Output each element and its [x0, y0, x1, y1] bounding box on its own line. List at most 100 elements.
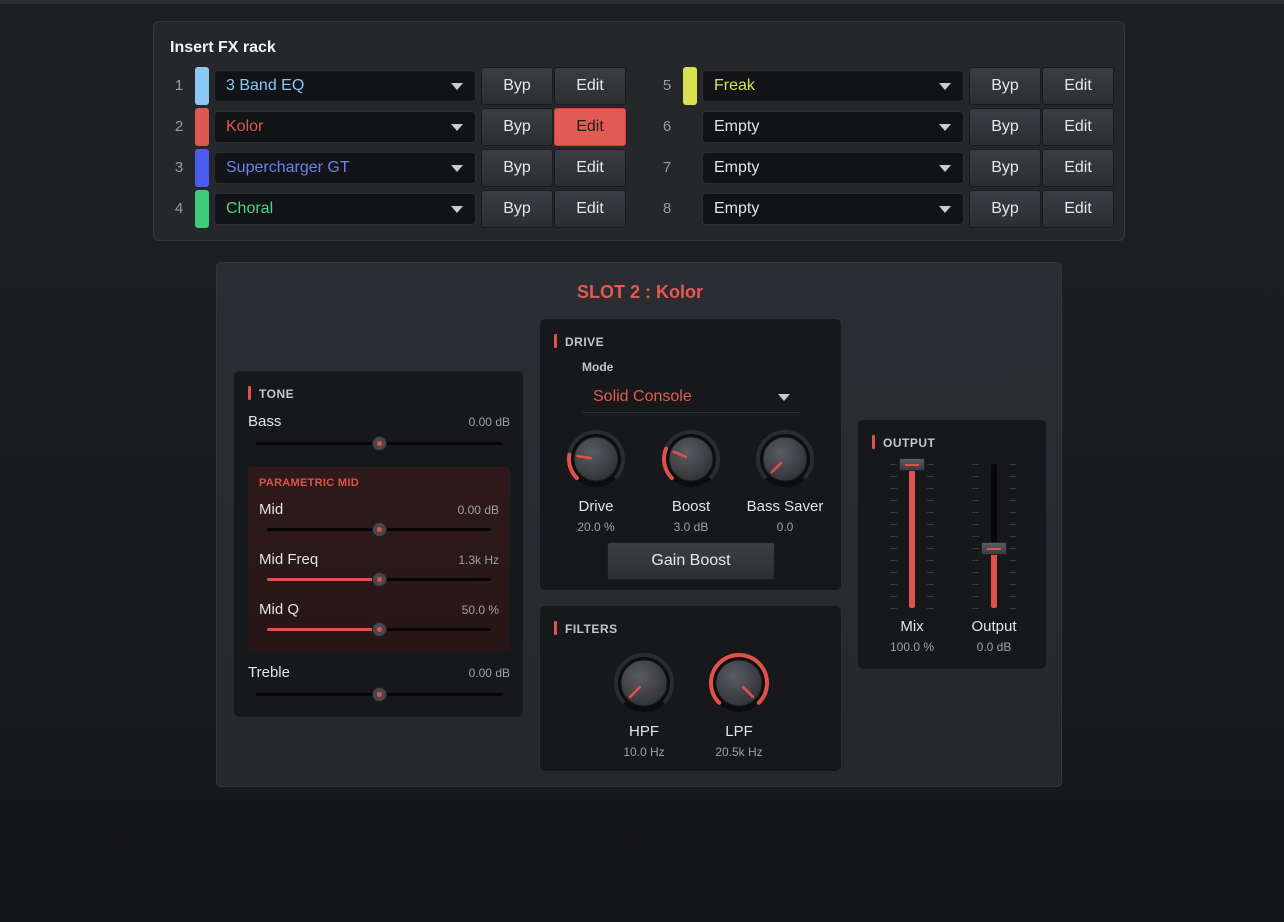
fader-tick	[890, 488, 897, 489]
edit-button[interactable]: Edit	[554, 108, 626, 146]
fader-tick	[1009, 608, 1016, 609]
fader-tick	[890, 596, 897, 597]
bypass-button[interactable]: Byp	[969, 149, 1041, 187]
mode-dropdown[interactable]: Solid Console	[582, 383, 800, 413]
mid-freq-slider-thumb[interactable]	[371, 572, 387, 587]
bass-slider[interactable]	[256, 436, 502, 451]
mid-q-slider[interactable]	[267, 622, 491, 637]
fader-tick	[927, 476, 934, 477]
fader-tick	[890, 464, 897, 465]
slot-plugin-name: Empty	[714, 200, 760, 217]
output-header: OUTPUT	[872, 435, 935, 450]
slot-plugin-dropdown[interactable]: Supercharger GT	[214, 152, 476, 184]
fader-tick	[890, 524, 897, 525]
edit-button[interactable]: Edit	[1042, 67, 1114, 105]
bypass-button[interactable]: Byp	[969, 190, 1041, 228]
edit-button[interactable]: Edit	[1042, 149, 1114, 187]
fx-slot-7: 7 Empty Byp Edit	[656, 149, 1116, 187]
fader-tick	[972, 560, 979, 561]
slot-editor-title: SLOT 2 : Kolor	[577, 282, 703, 302]
edit-button[interactable]: Edit	[554, 149, 626, 187]
chevron-down-icon	[939, 83, 951, 90]
slot-number: 1	[174, 77, 184, 94]
slot-color-swatch	[195, 108, 209, 146]
knob-value: 20.0 %	[577, 520, 615, 534]
edit-button[interactable]: Edit	[554, 67, 626, 105]
lpf-knob[interactable]	[707, 651, 771, 715]
chevron-down-icon	[778, 394, 790, 401]
bass-saver-knob[interactable]	[754, 428, 816, 490]
mid-freq-slider-fill	[267, 578, 379, 581]
fader-tick	[927, 464, 934, 465]
mid-slider-thumb[interactable]	[371, 522, 387, 537]
fader-tick	[972, 596, 979, 597]
fader-tick	[972, 512, 979, 513]
fader-tick	[972, 464, 979, 465]
bypass-button[interactable]: Byp	[481, 108, 553, 146]
slot-number: 7	[662, 159, 672, 176]
bypass-button[interactable]: Byp	[481, 67, 553, 105]
fx-slot-3: 3 Supercharger GT Byp Edit	[168, 149, 628, 187]
slot-plugin-dropdown[interactable]: Empty	[702, 111, 964, 143]
parametric-mid-section: PARAMETRIC MID Mid 0.00 dB Mid Freq 1.3k…	[248, 467, 510, 651]
fader-fill	[991, 547, 997, 608]
slot-plugin-dropdown[interactable]: Empty	[702, 193, 964, 225]
fader-tick	[972, 476, 979, 477]
filters-panel: FILTERS HPF 10.0 Hz LPF 20.5k Hz	[539, 605, 842, 772]
fader-tick	[972, 500, 979, 501]
treble-slider-thumb[interactable]	[371, 687, 387, 702]
fader-tick	[972, 536, 979, 537]
fader-tick	[1009, 548, 1016, 549]
edit-button[interactable]: Edit	[1042, 190, 1114, 228]
fader-tick	[927, 536, 934, 537]
treble-value: 0.00 dB	[468, 666, 510, 680]
mid-q-label: Mid Q	[259, 601, 300, 618]
bypass-button[interactable]: Byp	[481, 149, 553, 187]
slot-number: 8	[662, 200, 672, 217]
boost-knob[interactable]	[660, 428, 722, 490]
bypass-button[interactable]: Byp	[481, 190, 553, 228]
fader-tick	[890, 560, 897, 561]
hpf-knob[interactable]	[612, 651, 676, 715]
slot-plugin-dropdown[interactable]: Kolor	[214, 111, 476, 143]
fader-tick	[1009, 464, 1016, 465]
chevron-down-icon	[451, 165, 463, 172]
gain-boost-button[interactable]: Gain Boost	[607, 542, 775, 580]
fader-handle[interactable]	[899, 458, 925, 471]
fx-slot-1: 1 3 Band EQ Byp Edit	[168, 67, 628, 105]
fx-slot-6: 6 Empty Byp Edit	[656, 108, 1116, 146]
tone-panel: TONE Bass 0.00 dB PARAMETRIC MID Mid 0.0…	[233, 370, 524, 718]
slot-plugin-dropdown[interactable]: Choral	[214, 193, 476, 225]
mode-dropdown-value: Solid Console	[593, 388, 692, 405]
edit-button[interactable]: Edit	[1042, 108, 1114, 146]
knob-label: Drive	[578, 498, 614, 515]
edit-button[interactable]: Edit	[554, 190, 626, 228]
slot-number: 5	[662, 77, 672, 94]
treble-slider[interactable]	[256, 687, 502, 702]
fader-tick	[927, 500, 934, 501]
fader-handle[interactable]	[981, 541, 1007, 555]
fx-slot-2: 2 Kolor Byp Edit	[168, 108, 628, 146]
bass-slider-thumb[interactable]	[371, 436, 387, 451]
bypass-button[interactable]: Byp	[969, 108, 1041, 146]
drive-knob[interactable]	[565, 428, 627, 490]
fader-tick	[927, 512, 934, 513]
slot-plugin-name: Choral	[226, 200, 274, 217]
fader-tick	[1009, 512, 1016, 513]
knob-value: 10.0 Hz	[623, 745, 665, 759]
slot-plugin-dropdown[interactable]: Freak	[702, 70, 964, 102]
fx-slot-4: 4 Choral Byp Edit	[168, 190, 628, 228]
mid-freq-slider[interactable]	[267, 572, 491, 587]
bypass-button[interactable]: Byp	[969, 67, 1041, 105]
output-panel: OUTPUT Mix 100.0 % Output 0.0 dB	[857, 419, 1047, 670]
fader-tick	[972, 548, 979, 549]
slot-plugin-dropdown[interactable]: Empty	[702, 152, 964, 184]
slot-plugin-name: 3 Band EQ	[226, 77, 305, 94]
fader-tick	[927, 548, 934, 549]
slot-color-swatch	[195, 67, 209, 105]
slot-plugin-dropdown[interactable]: 3 Band EQ	[214, 70, 476, 102]
mid-freq-label: Mid Freq	[259, 551, 319, 568]
mid-q-slider-thumb[interactable]	[371, 622, 387, 637]
mid-slider[interactable]	[267, 522, 491, 537]
knob-label: LPF	[725, 723, 753, 740]
